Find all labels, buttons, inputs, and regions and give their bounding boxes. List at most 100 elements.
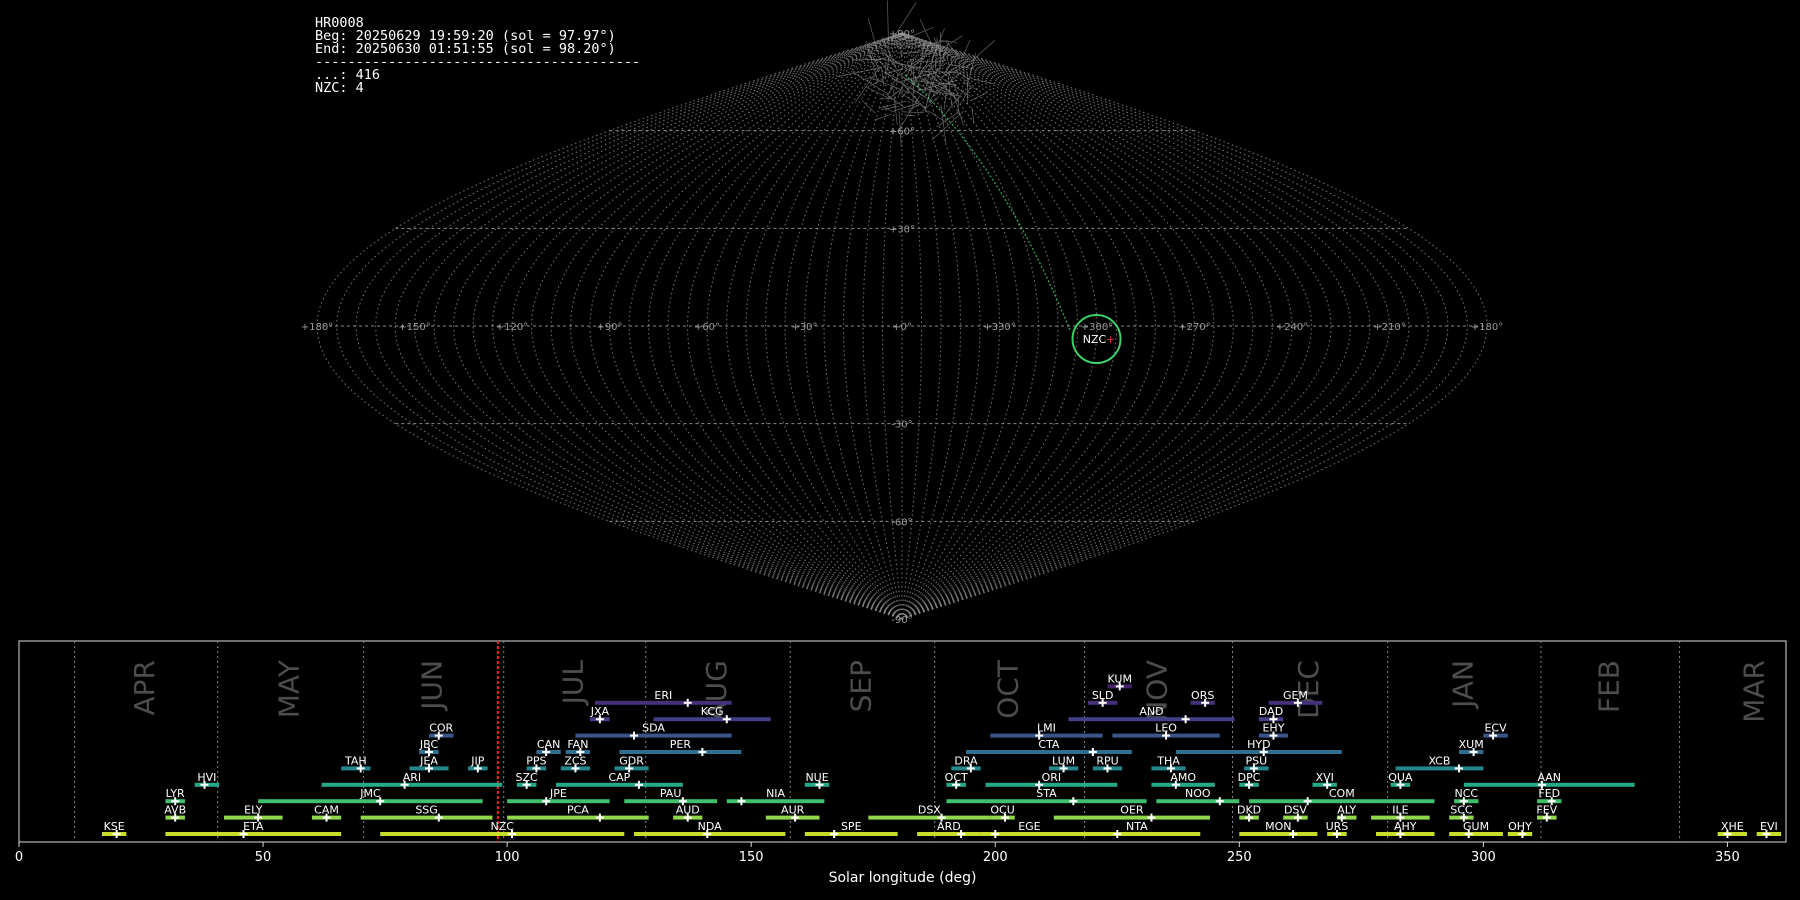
meteor-trail <box>904 114 916 117</box>
shower-label: SCC <box>1450 804 1473 817</box>
lon-label: +180° <box>1471 322 1503 333</box>
shower-bar <box>1258 733 1289 738</box>
shower-bar <box>1073 832 1201 836</box>
shower-label: JIP <box>470 754 484 767</box>
shower-label: JMC <box>359 787 381 800</box>
shower-bar <box>1458 750 1484 754</box>
shower-bar <box>526 766 547 771</box>
shower-label: EVI <box>1760 820 1778 833</box>
meteor-trail <box>920 96 940 113</box>
x-tick-label: 200 <box>983 850 1008 865</box>
month-label: JUL <box>557 660 590 707</box>
radiant-label: NZC <box>1083 333 1107 346</box>
shower-label: OCU <box>990 804 1014 817</box>
shower-label: LUM <box>1052 754 1075 767</box>
shower-bar <box>765 815 820 820</box>
shower-bar <box>653 717 771 722</box>
shower-bar <box>1537 799 1562 804</box>
shower-bar <box>1156 799 1240 804</box>
shower-label: SZC <box>516 771 539 784</box>
shower-bar <box>1463 782 1635 787</box>
shower-bar <box>560 766 591 771</box>
shower-bar <box>1258 717 1284 722</box>
x-tick-label: 100 <box>495 850 520 865</box>
shower-bar <box>1312 782 1337 787</box>
month-label: MAR <box>1738 660 1771 723</box>
shower-bar <box>258 799 483 804</box>
shower-bar <box>1239 782 1259 787</box>
shower-label: DSX <box>918 804 941 817</box>
month-label: DEC <box>1292 660 1325 719</box>
shower-bar <box>1239 832 1318 836</box>
shower-label: AVB <box>164 804 186 817</box>
shower-bar <box>165 815 185 820</box>
shower-label: ELY <box>244 804 263 817</box>
meteor-trail <box>940 105 947 145</box>
shower-label: OHY <box>1508 820 1532 833</box>
shower-label: EHY <box>1262 722 1284 735</box>
shower-label: MON <box>1265 820 1291 833</box>
shower-label: JBC <box>419 738 439 751</box>
timeline-frame <box>18 640 1787 843</box>
lon-label: +330° <box>983 322 1015 333</box>
shower-label: GDR <box>619 754 644 767</box>
shower-bar <box>1327 832 1347 836</box>
shower-label: ILE <box>1392 804 1408 817</box>
shower-label: ZCS <box>564 754 586 767</box>
shower-bar <box>1112 733 1220 738</box>
shower-bar <box>555 782 683 787</box>
shower-bar <box>1268 700 1323 705</box>
lon-label: +30° <box>791 322 817 333</box>
shower-bar <box>868 815 991 820</box>
shower-bar <box>101 832 127 836</box>
shower-label: EGE <box>1018 820 1040 833</box>
shower-bar <box>1175 750 1342 754</box>
shower-label: AMO <box>1170 771 1196 784</box>
shower-bar <box>516 782 537 787</box>
shower-bar <box>360 815 493 820</box>
shower-label: OER <box>1120 804 1144 817</box>
shower-label: NTA <box>1126 820 1148 833</box>
shower-label: FEV <box>1536 804 1557 817</box>
shower-bar <box>990 815 1015 820</box>
shower-label: KSE <box>104 820 125 833</box>
shower-label: ETA <box>243 820 264 833</box>
shower-bar <box>1087 700 1118 705</box>
shower-label: PSU <box>1246 754 1268 767</box>
shower-label: DSV <box>1284 804 1307 817</box>
shower-label: TAH <box>344 754 367 767</box>
shower-bar <box>1283 815 1308 820</box>
shower-label: KCG <box>701 705 724 718</box>
shower-bar <box>804 782 830 787</box>
shower-bar <box>990 733 1103 738</box>
shower-label: ORS <box>1191 689 1214 702</box>
shower-bar <box>1449 815 1474 820</box>
meteor-trail <box>971 91 989 101</box>
shower-label: SDA <box>642 722 665 735</box>
lat-label: -60° <box>891 517 912 528</box>
meteor-trail <box>897 91 921 106</box>
month-label: NOV <box>1141 660 1174 722</box>
shower-label: OCT <box>945 771 968 784</box>
shower-label: DAD <box>1259 705 1283 718</box>
shower-bar <box>1068 717 1235 722</box>
shower-bar <box>1239 815 1259 820</box>
shower-label: LMI <box>1037 722 1056 735</box>
shower-bar <box>1537 815 1557 820</box>
meteor-trail <box>938 35 963 52</box>
shower-label: XHE <box>1721 820 1744 833</box>
shower-bar <box>1507 832 1533 836</box>
shower-bar <box>165 799 185 804</box>
shower-bar <box>614 766 649 771</box>
shower-label: PER <box>670 738 692 751</box>
lat-label: -90° <box>891 615 912 626</box>
x-tick-label: 0 <box>15 850 23 865</box>
shower-bar <box>468 766 488 771</box>
shower-bar <box>624 799 718 804</box>
month-label: OCT <box>992 659 1025 719</box>
meteor-trail <box>930 28 945 63</box>
shower-bar <box>673 815 703 820</box>
shower-label: COR <box>429 722 453 735</box>
shower-label: LYR <box>166 787 185 800</box>
shower-bar <box>1717 832 1747 836</box>
